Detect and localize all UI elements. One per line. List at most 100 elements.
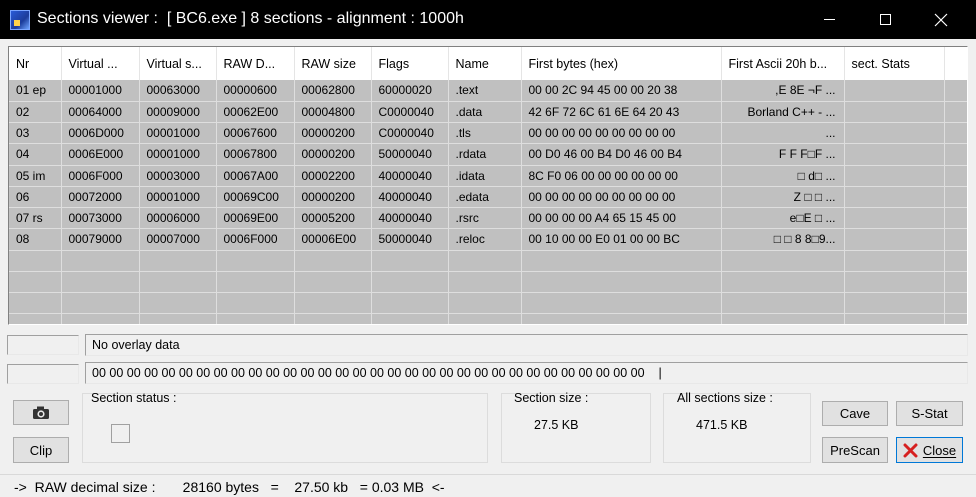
table-cell: .tls xyxy=(448,122,522,145)
clip-button[interactable]: Clip xyxy=(13,437,69,463)
table-cell-filler xyxy=(944,122,967,145)
hex-line-field: 00 00 00 00 00 00 00 00 00 00 00 00 00 0… xyxy=(85,362,968,384)
raw-size-status: -> RAW decimal size : 28160 bytes = 27.5… xyxy=(14,479,445,495)
table-cell: 00000200 xyxy=(294,122,372,145)
column-header[interactable]: First Ascii 20h b... xyxy=(721,47,845,80)
table-cell: Z □ □ ... xyxy=(721,186,845,209)
empty-cell xyxy=(139,250,217,272)
empty-cell xyxy=(521,313,722,324)
table-row[interactable]: 06 00072000 00001000 00069C00 00000200 400000… xyxy=(9,186,967,209)
table-cell: 00067A00 xyxy=(216,165,295,187)
column-header[interactable]: Name xyxy=(448,47,522,80)
table-cell: 0006F000 xyxy=(61,165,140,187)
snapshot-button[interactable] xyxy=(13,400,69,425)
empty-cell xyxy=(139,271,217,294)
empty-cell xyxy=(61,292,140,315)
maximize-button[interactable] xyxy=(862,0,908,39)
table-row[interactable]: 01 ep 00001000 00063000 00000600 00062800 600… xyxy=(9,80,967,102)
table-cell: 00000200 xyxy=(294,186,372,209)
empty-table-row xyxy=(9,250,967,272)
empty-cell xyxy=(844,271,945,294)
empty-cell xyxy=(521,250,722,272)
table-cell: 00063000 xyxy=(139,80,217,102)
empty-cell xyxy=(944,271,967,294)
empty-cell xyxy=(944,250,967,272)
empty-cell xyxy=(448,271,522,294)
table-cell: ... xyxy=(721,122,845,145)
column-header[interactable]: RAW D... xyxy=(216,47,295,80)
table-cell: 00 00 00 00 00 00 00 00 00 xyxy=(521,186,722,209)
table-cell: 00005200 xyxy=(294,207,372,230)
window-title: Sections viewer : [ BC6.exe ] 8 sections… xyxy=(37,10,464,27)
table-cell: □ □ 8 8□9... xyxy=(721,228,845,251)
empty-cell xyxy=(139,292,217,315)
table-cell: 06 xyxy=(9,186,62,209)
empty-cell xyxy=(294,292,372,315)
table-cell: 00004800 xyxy=(294,101,372,124)
table-cell: .rsrc xyxy=(448,207,522,230)
table-cell: 00072000 xyxy=(61,186,140,209)
table-row[interactable]: 08 00079000 00007000 0006F000 00006E00 500000… xyxy=(9,228,967,251)
close-button[interactable]: Close xyxy=(896,437,963,463)
table-cell: 00001000 xyxy=(139,186,217,209)
section-status-checkbox[interactable] xyxy=(111,424,130,443)
column-header[interactable]: First bytes (hex) xyxy=(521,47,722,80)
overlay-text: No overlay data xyxy=(92,338,180,352)
window-close-button[interactable] xyxy=(918,0,964,39)
table-cell: 40000040 xyxy=(371,165,449,187)
app-icon[interactable] xyxy=(10,10,30,30)
column-header[interactable]: RAW size xyxy=(294,47,372,80)
table-cell: 07 rs xyxy=(9,207,62,230)
empty-cell xyxy=(844,313,945,324)
empty-cell xyxy=(294,313,372,324)
table-cell: 0006E000 xyxy=(61,143,140,166)
table-cell: 00062800 xyxy=(294,80,372,102)
column-header[interactable]: sect. Stats xyxy=(844,47,945,80)
section-size-group: Section size : 27.5 KB xyxy=(501,391,651,463)
table-cell xyxy=(844,143,945,166)
title-bar: Sections viewer : [ BC6.exe ] 8 sections… xyxy=(0,0,976,39)
empty-cell xyxy=(721,271,845,294)
table-cell: □ d□ ... xyxy=(721,165,845,187)
hex-side-box xyxy=(7,364,79,384)
empty-cell xyxy=(61,250,140,272)
table-cell-filler xyxy=(944,186,967,209)
column-header[interactable]: Nr xyxy=(9,47,62,80)
empty-cell xyxy=(521,292,722,315)
table-cell: 0006F000 xyxy=(216,228,295,251)
table-row[interactable]: 02 00064000 00009000 00062E00 00004800 C00000… xyxy=(9,101,967,124)
column-header[interactable]: Virtual ... xyxy=(61,47,140,80)
column-header[interactable]: Virtual s... xyxy=(139,47,217,80)
s-stat-button[interactable]: S-Stat xyxy=(896,401,963,426)
table-cell: .edata xyxy=(448,186,522,209)
empty-cell xyxy=(944,292,967,315)
table-row[interactable]: 03 0006D000 00001000 00067600 00000200 C00000… xyxy=(9,122,967,145)
table-cell: 00 00 00 00 00 00 00 00 00 xyxy=(521,122,722,145)
table-cell: 00001000 xyxy=(139,122,217,145)
section-status-group: Section status : xyxy=(82,391,488,463)
prescan-button[interactable]: PreScan xyxy=(822,437,888,463)
empty-cell xyxy=(944,313,967,324)
red-x-icon xyxy=(903,443,918,457)
table-row[interactable]: 05 im 0006F000 00003000 00067A00 00002200 400… xyxy=(9,165,967,187)
column-header[interactable]: Flags xyxy=(371,47,449,80)
table-row[interactable]: 07 rs 00073000 00006000 00069E00 00005200 400… xyxy=(9,207,967,230)
table-cell: 00009000 xyxy=(139,101,217,124)
table-cell: C0000040 xyxy=(371,122,449,145)
all-sections-size-value: 471.5 KB xyxy=(696,418,748,432)
empty-cell xyxy=(448,292,522,315)
table-row[interactable]: 04 0006E000 00001000 00067800 00000200 500000… xyxy=(9,143,967,166)
table-cell-filler xyxy=(944,228,967,251)
all-sections-size-group: All sections size : 471.5 KB xyxy=(663,391,811,463)
sections-table[interactable]: Nr Virtual ... Virtual s... RAW D... RAW siz… xyxy=(8,46,968,325)
table-cell: ,E 8E ¬F ... xyxy=(721,80,845,102)
empty-cell xyxy=(9,271,62,294)
table-cell-filler xyxy=(944,165,967,187)
table-header-row: Nr Virtual ... Virtual s... RAW D... RAW siz… xyxy=(9,47,967,80)
cave-button[interactable]: Cave xyxy=(822,401,888,426)
table-cell: 00003000 xyxy=(139,165,217,187)
overlay-side-box xyxy=(7,335,79,355)
empty-cell xyxy=(721,250,845,272)
minimize-button[interactable] xyxy=(806,0,852,39)
table-cell: 04 xyxy=(9,143,62,166)
